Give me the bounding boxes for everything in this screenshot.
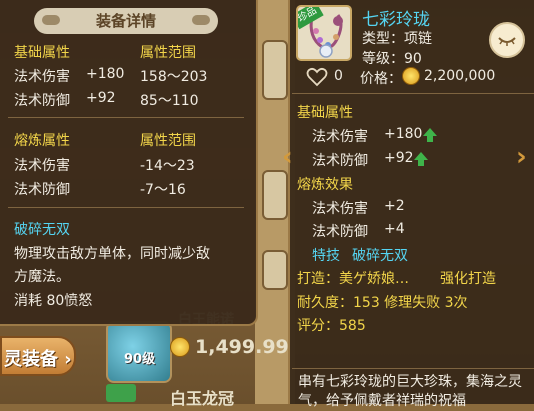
special-skill-label: 特技 [312,248,340,264]
spirit-equip-label: 灵装备 [4,349,58,370]
background-item-badge [106,384,136,402]
right-refine-attr-name: 法术伤害 [312,201,368,217]
background-tile [262,40,288,100]
refine-attr-range: -7～16 [140,182,186,198]
refine-range-header: 属性范围 [140,133,196,149]
item-icon[interactable]: 珍品 [296,5,352,61]
base-attr-name: 法术防御 [14,93,70,109]
special-skill-value[interactable]: 破碎无双 [352,245,408,265]
item-description: 串有七彩玲珑的巨大珍珠，集海之灵气，给予佩戴者祥瑞的祝福 [292,368,534,409]
background-tile [262,170,288,220]
durability-info: 耐久度：153 修理失败 3次 [297,295,468,311]
right-base-header: 基础属性 [297,105,353,121]
right-refine-attr-name: 法术防御 [312,224,368,240]
base-attr-value: +92 [86,90,116,106]
background-item-name-2: 白玉龙冠 [170,389,235,408]
eye-closed-icon [498,37,516,46]
spirit-equip-button[interactable]: 灵装备 › [0,336,76,376]
background-item-price: 1,499.99 [195,336,289,358]
arrow-up-icon [423,128,437,142]
right-base-attr-value: +92 [384,150,414,166]
refine-attr-name: 法术防御 [14,182,70,198]
background-item-level: 90级 [124,352,156,367]
like-count: 0 [334,68,343,84]
background-tile [262,250,288,290]
coin-icon [170,337,190,357]
right-base-attr-value: +180 [384,126,423,142]
refine-attr-range: -14～23 [140,158,195,174]
panel-title: 装备详情 [34,8,218,34]
chevron-left-icon[interactable]: ‹ [282,142,293,172]
item-type: 类型：项链 [362,31,432,47]
right-base-attr-name: 法术防御 [312,153,368,169]
price-label: 价格： [360,71,402,87]
skill-description: 方魔法。 [14,269,70,285]
right-refine-header: 熔炼效果 [297,177,353,193]
refine-attr-header: 熔炼属性 [14,133,70,149]
divider [8,117,244,118]
base-attr-value: +180 [86,66,125,82]
forge-enhance: 强化打造 [440,271,496,287]
base-attr-range: 158～203 [140,69,208,85]
right-base-attr-name: 法术伤害 [312,129,368,145]
skill-cost: 消耗 80愤怒 [14,293,93,309]
right-refine-attr-value: +4 [384,221,405,237]
equipment-detail-panel: 装备详情 基础属性 属性范围 法术伤害 +180 158～203 法术防御 +9… [0,0,258,326]
heart-icon[interactable] [306,67,328,87]
toggle-view-button[interactable] [489,22,525,58]
skill-description: 物理攻击敌方单体，同时减少敌 [14,246,210,262]
right-refine-attr-value: +2 [384,198,405,214]
divider [292,93,534,94]
price-value: 2,200,000 [424,68,496,84]
forge-info: 打造：美ゲ娇娘… [297,271,409,287]
item-level: 等级：90 [362,51,422,67]
base-range-header: 属性范围 [140,45,196,61]
item-name: 七彩玲珑 [362,10,430,30]
base-attr-range: 85～110 [140,93,199,109]
chevron-right-icon[interactable]: › [516,142,527,172]
base-attr-name: 法术伤害 [14,69,70,85]
arrow-up-icon [414,152,428,166]
skill-name: 破碎无双 [14,222,70,238]
base-attr-header: 基础属性 [14,45,70,61]
divider [8,207,244,208]
score-info: 评分：585 [297,318,366,334]
coin-icon [402,67,420,85]
refine-attr-name: 法术伤害 [14,158,70,174]
